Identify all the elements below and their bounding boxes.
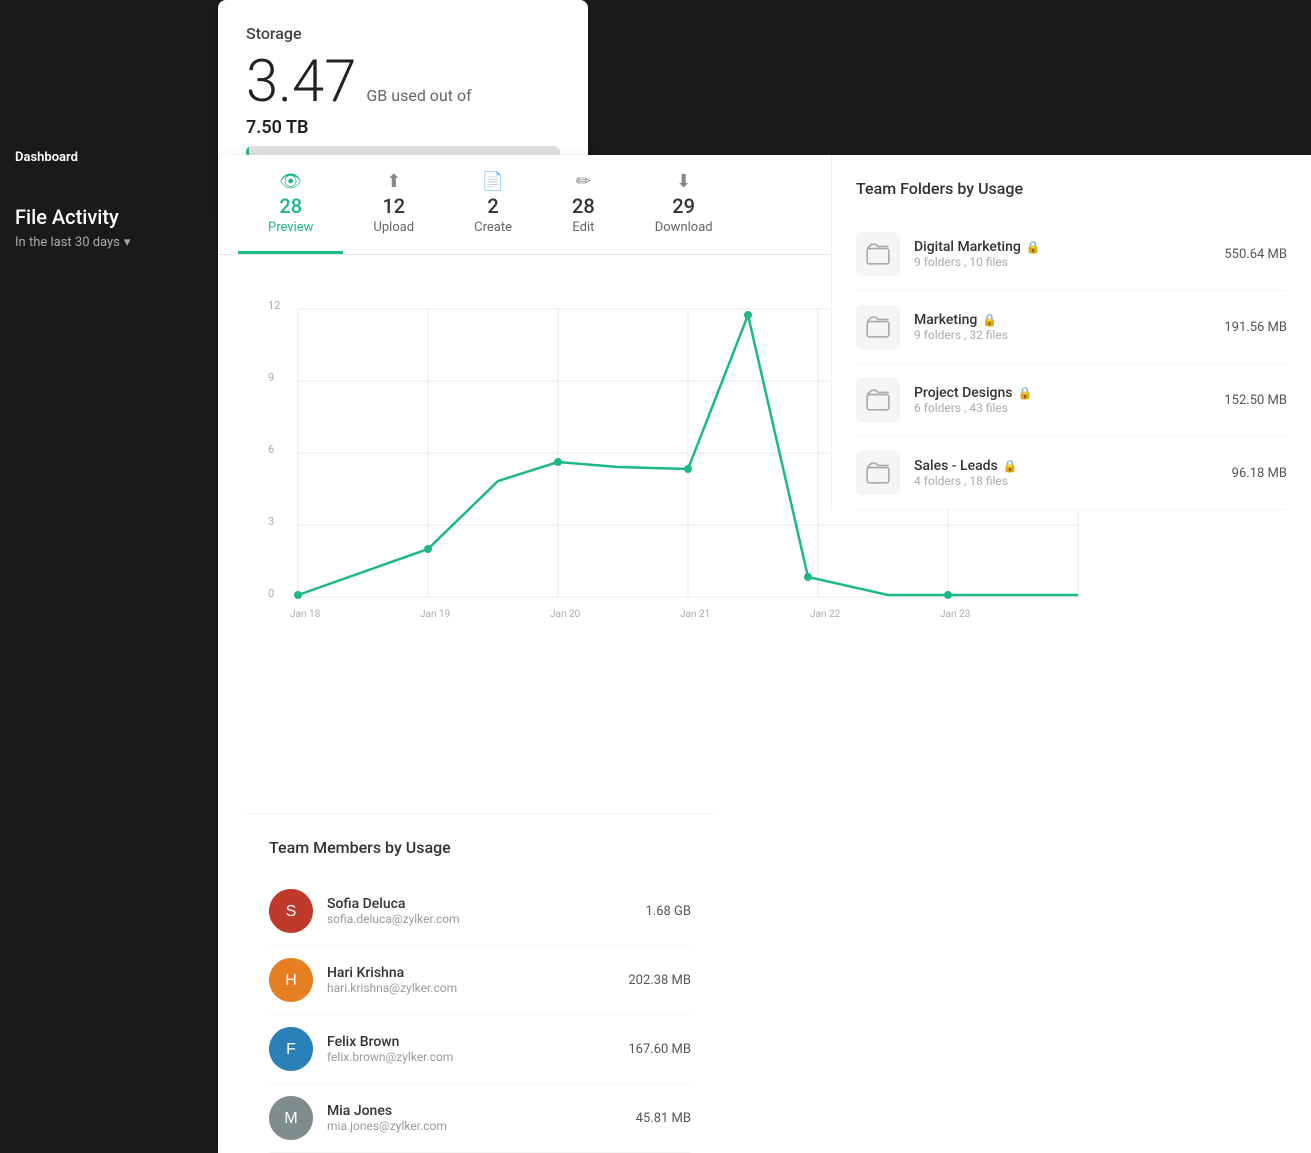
avatar-felix: F xyxy=(269,1027,313,1071)
svg-text:3: 3 xyxy=(268,515,274,528)
member-row: M Mia Jones mia.jones@zylker.com 45.81 M… xyxy=(269,1084,691,1153)
folder-info: Sales - Leads 🔒 4 folders , 18 files xyxy=(914,458,1218,488)
member-row: S Sofia Deluca sofia.deluca@zylker.com 1… xyxy=(269,877,691,946)
chart-point xyxy=(804,573,812,581)
member-row: F Felix Brown felix.brown@zylker.com 167… xyxy=(269,1015,691,1084)
folder-name: Project Designs 🔒 xyxy=(914,385,1210,401)
chart-point xyxy=(944,591,952,599)
folder-meta: 9 folders , 10 files xyxy=(914,255,1210,269)
chart-point xyxy=(744,311,752,319)
storage-used-gb: 3.47 xyxy=(246,53,356,111)
member-email: hari.krishna@zylker.com xyxy=(327,981,614,995)
folder-size: 152.50 MB xyxy=(1224,393,1287,408)
svg-text:M: M xyxy=(284,1110,297,1127)
member-email: sofia.deluca@zylker.com xyxy=(327,912,631,926)
member-info-mia: Mia Jones mia.jones@zylker.com xyxy=(327,1103,622,1133)
member-usage: 45.81 MB xyxy=(636,1111,691,1126)
svg-text:Jan 23: Jan 23 xyxy=(940,609,970,620)
tab-download[interactable]: ⬇ 29 Download xyxy=(625,155,743,254)
folder-icon xyxy=(856,232,900,276)
svg-text:F: F xyxy=(286,1041,296,1058)
member-info-hari: Hari Krishna hari.krishna@zylker.com xyxy=(327,965,614,995)
folder-row: Project Designs 🔒 6 folders , 43 files 1… xyxy=(856,364,1287,437)
folder-row: Marketing 🔒 9 folders , 32 files 191.56 … xyxy=(856,291,1287,364)
folder-size: 191.56 MB xyxy=(1224,320,1287,335)
folder-size: 96.18 MB xyxy=(1232,466,1287,481)
folder-name: Digital Marketing 🔒 xyxy=(914,239,1210,255)
svg-text:Jan 18: Jan 18 xyxy=(290,609,321,620)
member-info-sofia: Sofia Deluca sofia.deluca@zylker.com xyxy=(327,896,631,926)
folder-icon xyxy=(856,451,900,495)
folder-info: Digital Marketing 🔒 9 folders , 10 files xyxy=(914,239,1210,269)
lock-icon: 🔒 xyxy=(982,313,997,327)
svg-text:12: 12 xyxy=(268,299,280,312)
member-name: Hari Krishna xyxy=(327,965,614,981)
storage-unit-text: GB used out of xyxy=(366,86,471,105)
team-members-panel: Team Members by Usage S Sofia Deluca sof… xyxy=(245,813,715,1153)
member-email: mia.jones@zylker.com xyxy=(327,1119,622,1133)
eye-icon: 👁 xyxy=(279,171,302,192)
lock-icon: 🔒 xyxy=(1017,386,1032,400)
svg-text:Jan 21: Jan 21 xyxy=(680,609,710,620)
avatar-sofia: S xyxy=(269,889,313,933)
storage-number-row: 3.47 GB used out of xyxy=(246,53,560,111)
member-email: felix.brown@zylker.com xyxy=(327,1050,614,1064)
member-row: H Hari Krishna hari.krishna@zylker.com 2… xyxy=(269,946,691,1015)
team-folders-title: Team Folders by Usage xyxy=(856,179,1287,198)
upload-icon: ⬆ xyxy=(386,171,401,192)
svg-text:H: H xyxy=(285,972,297,989)
chart-point xyxy=(684,465,692,473)
folder-info: Marketing 🔒 9 folders , 32 files xyxy=(914,312,1210,342)
member-usage: 167.60 MB xyxy=(628,1042,691,1057)
folder-size: 550.64 MB xyxy=(1224,247,1287,262)
folder-icon xyxy=(856,305,900,349)
folder-meta: 4 folders , 18 files xyxy=(914,474,1218,488)
member-name: Sofia Deluca xyxy=(327,896,631,912)
file-activity-title: File Activity xyxy=(15,205,230,229)
tab-preview[interactable]: 👁 28 Preview xyxy=(238,155,343,254)
lock-icon: 🔒 xyxy=(1026,240,1041,254)
folder-name: Marketing 🔒 xyxy=(914,312,1210,328)
chart-point xyxy=(424,545,432,553)
tab-create[interactable]: 📄 2 Create xyxy=(444,155,542,254)
svg-text:9: 9 xyxy=(268,371,274,384)
folder-icon xyxy=(856,378,900,422)
folder-meta: 9 folders , 32 files xyxy=(914,328,1210,342)
member-info-felix: Felix Brown felix.brown@zylker.com xyxy=(327,1034,614,1064)
avatar-mia: M xyxy=(269,1096,313,1140)
svg-text:Jan 20: Jan 20 xyxy=(550,609,581,620)
svg-text:Jan 19: Jan 19 xyxy=(420,609,450,620)
tab-edit[interactable]: ✏ 28 Edit xyxy=(542,155,625,254)
svg-text:Jan 22: Jan 22 xyxy=(810,609,841,620)
edit-icon: ✏ xyxy=(576,171,591,192)
folder-name: Sales - Leads 🔒 xyxy=(914,458,1218,474)
dashboard-label: Dashboard xyxy=(15,150,230,165)
file-activity-period[interactable]: In the last 30 days ▾ xyxy=(15,235,230,250)
tab-upload[interactable]: ⬆ 12 Upload xyxy=(343,155,444,254)
team-folders-panel: Team Folders by Usage Digital Marketing … xyxy=(831,155,1311,510)
member-name: Mia Jones xyxy=(327,1103,622,1119)
svg-text:S: S xyxy=(286,903,297,920)
member-name: Felix Brown xyxy=(327,1034,614,1050)
member-usage: 202.38 MB xyxy=(628,973,691,988)
folder-meta: 6 folders , 43 files xyxy=(914,401,1210,415)
chevron-down-icon: ▾ xyxy=(124,235,131,250)
member-usage: 1.68 GB xyxy=(645,904,691,919)
folder-row: Digital Marketing 🔒 9 folders , 10 files… xyxy=(856,218,1287,291)
team-members-title: Team Members by Usage xyxy=(269,838,691,857)
svg-text:0: 0 xyxy=(268,587,274,600)
storage-title: Storage xyxy=(246,24,560,43)
create-icon: 📄 xyxy=(482,171,504,192)
chart-point xyxy=(294,591,302,599)
avatar-hari: H xyxy=(269,958,313,1002)
folder-row: Sales - Leads 🔒 4 folders , 18 files 96.… xyxy=(856,437,1287,510)
download-icon: ⬇ xyxy=(676,171,691,192)
dashboard-panel: Dashboard File Activity In the last 30 d… xyxy=(0,130,245,1030)
lock-icon: 🔒 xyxy=(1003,459,1018,473)
storage-total-tb: 7.50 TB xyxy=(246,117,560,138)
chart-point xyxy=(554,458,562,466)
folder-info: Project Designs 🔒 6 folders , 43 files xyxy=(914,385,1210,415)
svg-text:6: 6 xyxy=(268,443,274,456)
